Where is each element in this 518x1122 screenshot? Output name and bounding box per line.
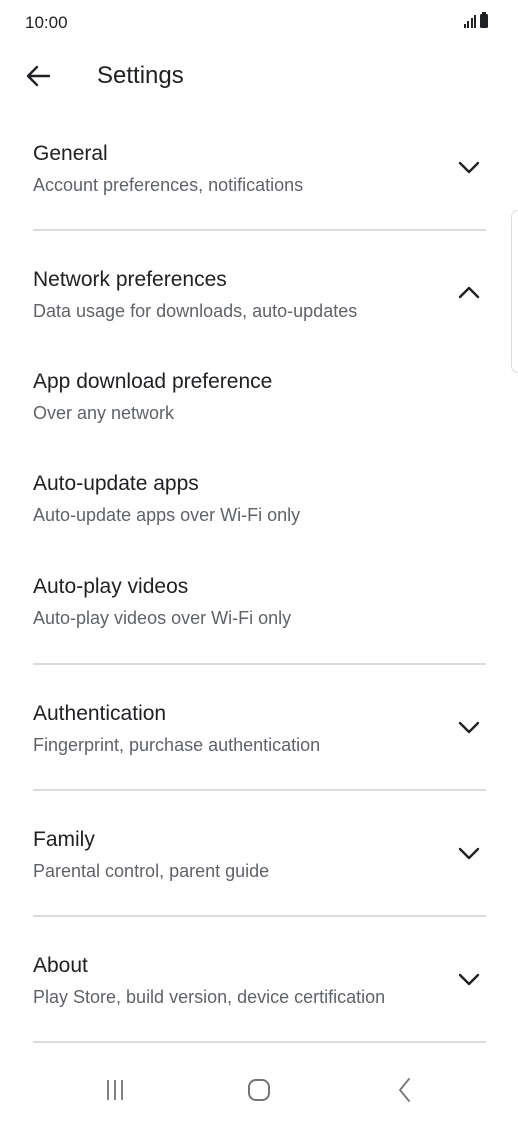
setting-title: Auto-update apps (33, 472, 199, 495)
home-icon (248, 1079, 270, 1101)
section-authentication[interactable]: Authentication Fingerprint, purchase aut… (0, 688, 518, 788)
chevron-down-icon (458, 161, 480, 174)
nav-back-button[interactable] (375, 1072, 435, 1108)
section-general[interactable]: General Account preferences, notificatio… (0, 128, 518, 228)
arrow-back-icon (26, 65, 51, 87)
section-title: About (33, 954, 88, 977)
divider (33, 1041, 486, 1043)
section-subtitle: Parental control, parent guide (33, 861, 270, 881)
setting-app-download-preference[interactable]: App download preference Over any network (0, 358, 518, 452)
section-network-preferences[interactable]: Network preferences Data usage for downl… (0, 254, 518, 350)
setting-value: Auto-update apps over Wi-Fi only (33, 505, 301, 525)
home-button[interactable] (229, 1072, 289, 1108)
section-subtitle: Account preferences, notifications (33, 175, 304, 195)
signal-icon (463, 14, 476, 28)
section-title: Family (33, 828, 95, 851)
section-about[interactable]: About Play Store, build version, device … (0, 940, 518, 1040)
divider (33, 789, 486, 791)
status-bar: 10:00 (0, 0, 518, 46)
section-subtitle: Play Store, build version, device certif… (33, 987, 386, 1007)
setting-value: Over any network (33, 403, 175, 423)
setting-title: App download preference (33, 370, 273, 393)
system-navigation-bar (0, 1060, 518, 1122)
divider (33, 229, 486, 231)
section-subtitle: Fingerprint, purchase authentication (33, 735, 321, 755)
chevron-up-icon (458, 286, 480, 299)
section-title: Network preferences (33, 268, 227, 291)
app-bar: Settings (0, 48, 518, 104)
chevron-down-icon (458, 847, 480, 860)
chevron-down-icon (458, 973, 480, 986)
section-subtitle: Data usage for downloads, auto-updates (33, 301, 358, 321)
section-title: Authentication (33, 702, 167, 725)
divider (33, 915, 486, 917)
recents-icon (107, 1080, 123, 1100)
setting-title: Auto-play videos (33, 575, 189, 598)
chevron-down-icon (458, 721, 480, 734)
nav-back-icon (399, 1078, 410, 1102)
status-icons (463, 12, 488, 28)
battery-icon (480, 12, 488, 28)
section-family[interactable]: Family Parental control, parent guide (0, 814, 518, 914)
setting-value: Auto-play videos over Wi-Fi only (33, 608, 292, 628)
section-title: General (33, 142, 108, 165)
status-time: 10:00 (25, 13, 68, 32)
setting-auto-play-videos[interactable]: Auto-play videos Auto-play videos over W… (0, 563, 518, 657)
back-button[interactable] (18, 58, 58, 94)
recents-button[interactable] (85, 1072, 145, 1108)
setting-auto-update-apps[interactable]: Auto-update apps Auto-update apps over W… (0, 460, 518, 554)
divider (33, 663, 486, 665)
page-title: Settings (97, 62, 184, 89)
